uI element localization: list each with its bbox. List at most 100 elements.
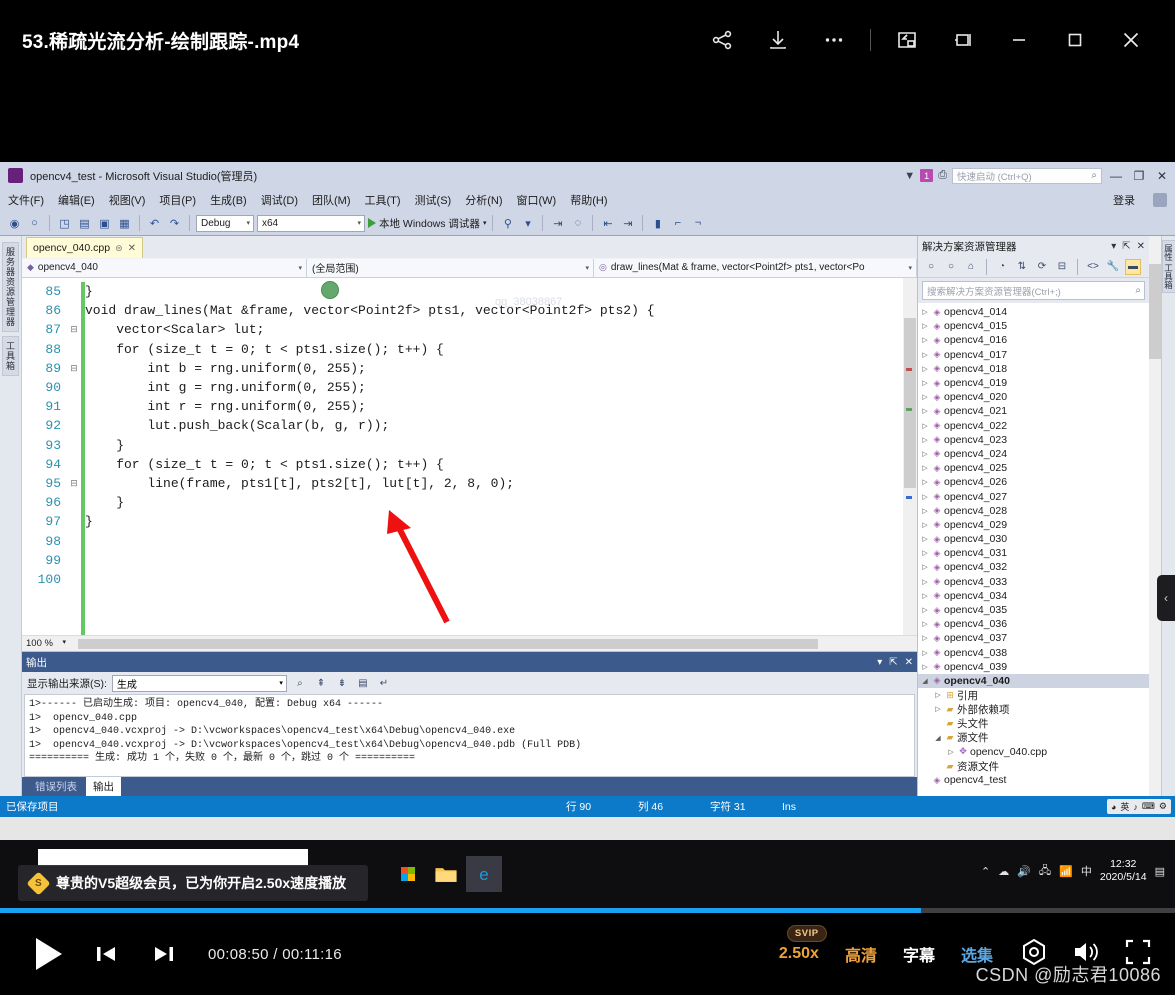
code-editor[interactable]: 85 86 87 88 89 90 91 92 93 94 95 96 97 9… [22,278,917,635]
sidebar-item-server-explorer[interactable]: 服务器资源管理器 [2,242,19,332]
download-icon[interactable] [750,12,806,68]
sync-views-icon[interactable]: ⇅ [1014,259,1030,275]
solution-explorer-scrollbar[interactable] [1149,236,1161,796]
collapsed-arrow-icon[interactable]: ▷ [920,422,930,430]
menu-item-build[interactable]: 生成(B) [210,192,247,208]
navbar-member-select[interactable]: ◎ draw_lines(Mat & frame, vector<Point2f… [594,258,917,277]
output-source-select[interactable]: 生成 [111,674,287,692]
tree-item[interactable]: ▷ ◈ opencv4_026 [918,475,1149,489]
editor-horizontal-scrollbar[interactable]: 100 % [22,635,917,651]
collapsed-arrow-icon[interactable]: ▷ [920,450,930,458]
menu-item-edit[interactable]: 编辑(E) [58,192,95,208]
redo-icon[interactable]: ↷ [166,215,183,232]
code-folding-column[interactable]: ⊟ ⊟ ⊟ [67,278,81,635]
chevron-down-icon[interactable]: ▾ [1111,241,1116,252]
fold-marker[interactable]: ⊟ [67,474,81,493]
collapsed-arrow-icon[interactable]: ▷ [920,521,930,529]
tree-item[interactable]: ◈ opencv4_test [918,773,1149,787]
video-viewport[interactable]: opencv4_test - Microsoft Visual Studio(管… [0,80,1175,840]
attach-process-icon[interactable]: ⚲ [499,215,516,232]
tree-item[interactable]: ▷ ◈ opencv4_036 [918,617,1149,631]
scrollbar-thumb[interactable] [1149,264,1161,359]
overlay-network-icon[interactable]: 🖧 [1039,862,1051,881]
collapsed-arrow-icon[interactable]: ▷ [920,436,930,444]
tree-item[interactable]: ▷ ◈ opencv4_029 [918,518,1149,532]
collapsed-arrow-icon[interactable]: ▷ [920,478,930,486]
tree-item[interactable]: ▷ ▰ 外部依赖项 [918,702,1149,716]
tree-item[interactable]: ▷ ◈ opencv4_021 [918,404,1149,418]
tree-item[interactable]: ▷ ◈ opencv4_017 [918,348,1149,362]
save-icon[interactable]: ▣ [96,215,113,232]
tree-item[interactable]: ▷ ⊞ 引用 [918,688,1149,702]
collapsed-arrow-icon[interactable]: ▷ [920,663,930,671]
start-debugging-button[interactable]: 本地 Windows 调试器 ▾ [368,216,486,231]
next-episode-button[interactable] [150,940,178,968]
indent-decrease-icon[interactable]: ⇤ [599,215,616,232]
collapsed-arrow-icon[interactable]: ▷ [920,535,930,543]
collapsed-arrow-icon[interactable]: ▷ [920,322,930,330]
fold-marker[interactable]: ⊟ [67,320,81,339]
playback-speed-button[interactable]: SVIP 2.50x [779,925,827,963]
back-icon[interactable]: ○ [923,259,939,275]
go-to-previous-icon[interactable]: ⇞ [313,675,329,691]
solution-configuration-select[interactable]: Debug [196,214,254,232]
notification-badge[interactable]: 1 [920,169,934,182]
collapse-all-icon[interactable]: ⊟ [1054,259,1070,275]
tree-item[interactable]: ▷ ◈ opencv4_032 [918,560,1149,574]
menu-item-project[interactable]: 项目(P) [159,192,196,208]
picture-in-picture-icon[interactable] [879,12,935,68]
open-file-icon[interactable]: ▤ [76,215,93,232]
more-options-icon[interactable] [806,12,862,68]
close-window-icon[interactable] [1103,12,1159,68]
breakpoint-icon[interactable]: ◌ [569,215,586,232]
collapsed-arrow-icon[interactable]: ▷ [920,493,930,501]
toggle-word-wrap-icon[interactable]: ↵ [376,675,392,691]
collapsed-arrow-icon[interactable]: ▷ [920,649,930,657]
play-button[interactable] [36,938,62,970]
overlay-store-icon[interactable] [390,856,426,892]
collapsed-arrow-icon[interactable]: ▷ [920,308,930,316]
collapsed-arrow-icon[interactable]: ▷ [920,464,930,472]
show-all-files-icon[interactable]: <> [1085,259,1101,275]
ime-language[interactable]: 英 [1120,800,1129,813]
collapsed-arrow-icon[interactable]: ▷ [920,606,930,614]
menu-item-file[interactable]: 文件(F) [8,192,44,208]
tree-item[interactable]: ▷ ◈ opencv4_034 [918,589,1149,603]
feedback-flag-icon[interactable]: ▼ [904,170,915,182]
pin-icon[interactable]: ⇱ [1122,241,1130,252]
find-message-icon[interactable]: ⌕ [292,675,308,691]
collapsed-arrow-icon[interactable]: ▷ [920,578,930,586]
tree-item[interactable]: ▷ ✥ opencv_040.cpp [918,745,1149,759]
close-icon[interactable]: ✕ [905,657,913,668]
tree-item[interactable]: ▷ ◈ opencv4_016 [918,333,1149,347]
hscroll-track[interactable] [68,637,917,650]
menu-item-help[interactable]: 帮助(H) [570,192,607,208]
tree-item[interactable]: ▷ ◈ opencv4_035 [918,603,1149,617]
overlay-file-explorer-icon[interactable] [428,856,464,892]
tab-error-list[interactable]: 错误列表 [28,777,84,796]
expanded-arrow-icon[interactable]: ◢ [920,677,930,685]
home-icon[interactable]: ⌂ [963,259,979,275]
menu-item-team[interactable]: 团队(M) [312,192,351,208]
vs-signin-link[interactable]: 登录 [1113,192,1135,208]
share-icon[interactable] [694,12,750,68]
sidebar-item-toolbox[interactable]: 工具箱 [2,336,19,376]
tree-item[interactable]: ▷ ◈ opencv4_037 [918,631,1149,645]
menu-item-analyze[interactable]: 分析(N) [465,192,502,208]
close-tab-icon[interactable]: ✕ [128,243,136,254]
tree-item[interactable]: ▷ ◈ opencv4_022 [918,419,1149,433]
tree-item[interactable]: ▷ ◈ opencv4_019 [918,376,1149,390]
tree-item[interactable]: ▷ ◈ opencv4_014 [918,305,1149,319]
quality-button[interactable]: 高清 [845,942,877,966]
tree-item[interactable]: ▷ ◈ opencv4_018 [918,362,1149,376]
tree-item[interactable]: ▷ ◈ opencv4_033 [918,575,1149,589]
sidebar-item-properties[interactable]: 属性 工具箱 [1161,240,1175,293]
preview-selected-items-icon[interactable]: ▬ [1125,258,1141,275]
save-all-icon[interactable]: ▦ [116,215,133,232]
bookmark-icon[interactable]: ▮ [649,215,666,232]
subtitle-button[interactable]: 字幕 [903,942,935,966]
menu-item-view[interactable]: 视图(V) [109,192,146,208]
vs-restore-button[interactable]: ❐ [1130,169,1148,183]
quick-launch-input[interactable]: 快速启动 (Ctrl+Q) ⌕ [952,167,1102,184]
solution-platform-select[interactable]: x64 [257,214,365,232]
